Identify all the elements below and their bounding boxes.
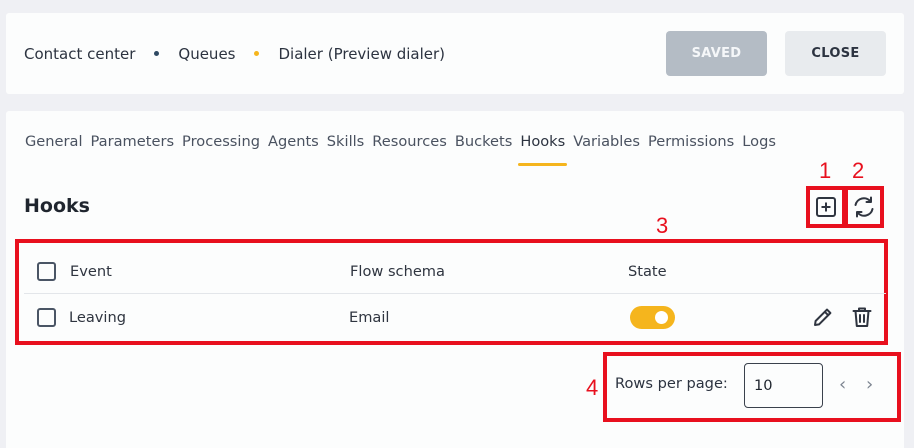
rows-per-page-input[interactable]: 10 [744,363,823,408]
main-card: General Parameters Processing Agents Ski… [6,111,904,448]
select-all-checkbox[interactable] [37,261,56,281]
close-button[interactable]: CLOSE [785,31,886,76]
tab-agents[interactable]: Agents [268,133,319,150]
tab-parameters[interactable]: Parameters [91,133,175,150]
toggle-knob [655,310,668,324]
select-all-cell [37,248,56,294]
add-hook-button[interactable] [814,194,838,220]
hooks-table: Event Flow schema State Leaving Email [24,248,886,340]
row-checkbox[interactable] [37,307,56,327]
column-header-flow-schema[interactable]: Flow schema [350,248,445,294]
annotation-number-1: 1 [819,158,832,183]
tab-logs[interactable]: Logs [742,133,776,150]
tab-hooks[interactable]: Hooks [518,133,568,166]
cell-event: Leaving [69,308,126,326]
chevron-right-icon[interactable]: › [866,374,873,395]
edit-button[interactable] [811,294,835,340]
column-header-event[interactable]: Event [70,248,112,294]
tab-permissions[interactable]: Permissions [648,133,734,150]
breadcrumb: Contact center Queues Dialer (Preview di… [24,13,445,94]
section-title: Hooks [24,195,90,217]
tab-variables[interactable]: Variables [573,133,640,150]
tab-general[interactable]: General [25,133,83,150]
header-card: Contact center Queues Dialer (Preview di… [6,13,904,94]
breadcrumb-item-queues[interactable]: Queues [178,45,235,63]
chevron-left-icon[interactable]: ‹ [839,374,846,395]
tab-processing[interactable]: Processing [182,133,260,150]
state-toggle[interactable] [630,305,675,329]
pencil-icon [814,308,832,326]
rows-per-page-label: Rows per page: [615,375,728,392]
breadcrumb-item-current: Dialer (Preview dialer) [278,44,446,63]
tab-resources[interactable]: Resources [372,133,447,150]
trash-icon [852,307,872,327]
delete-button[interactable] [850,294,874,340]
tab-bar: General Parameters Processing Agents Ski… [25,133,784,166]
tab-buckets[interactable]: Buckets [455,133,513,150]
breadcrumb-item-contact-center[interactable]: Contact center [24,45,135,63]
annotation-number-4: 4 [586,375,599,400]
row-select-cell [37,294,56,340]
column-header-state[interactable]: State [628,248,667,294]
annotation-number-3: 3 [656,213,669,238]
table-header-row: Event Flow schema State [24,248,886,294]
add-square-icon [816,197,836,217]
tab-skills[interactable]: Skills [327,133,364,150]
annotation-number-2: 2 [852,158,865,183]
breadcrumb-separator-dot [154,51,160,56]
table-row: Leaving Email [24,294,886,340]
state-cell [630,294,675,340]
refresh-icon [854,196,874,218]
breadcrumb-separator-dot [254,51,260,56]
cell-flow-schema: Email [349,308,390,326]
refresh-button[interactable] [851,194,877,220]
saved-button[interactable]: SAVED [666,31,767,76]
